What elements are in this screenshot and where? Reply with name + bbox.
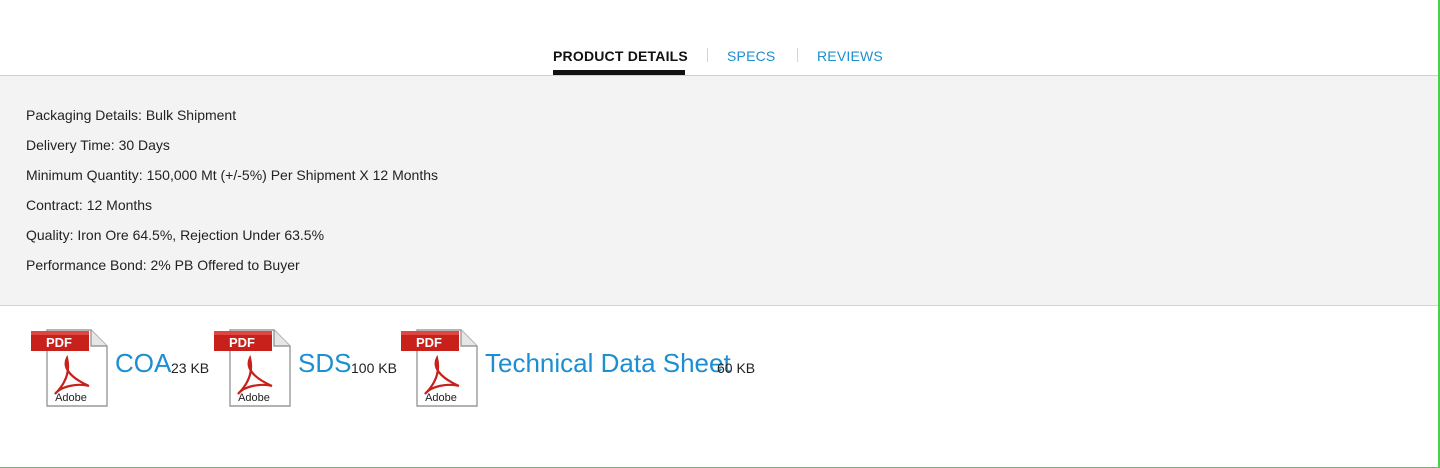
detail-delivery-time: Delivery Time: 30 Days [26,137,170,153]
file-size: 23 KB [171,360,210,376]
tab-divider [707,48,708,62]
svg-text:PDF: PDF [416,335,442,350]
downloads-list: PDF Adobe COA 23 KB PDF Adobe SDS 100 KB… [0,306,1438,467]
file-link-coa[interactable]: COA [115,348,171,379]
pdf-adobe-icon: PDF Adobe [214,329,291,407]
active-tab-indicator [553,70,685,75]
product-details-panel: Packaging Details: Bulk Shipment Deliver… [0,76,1438,306]
svg-text:Adobe: Adobe [425,392,457,404]
svg-text:Adobe: Adobe [238,392,270,404]
detail-performance-bond: Performance Bond: 2% PB Offered to Buyer [26,257,300,273]
detail-quality: Quality: Iron Ore 64.5%, Rejection Under… [26,227,325,243]
tab-product-details[interactable]: PRODUCT DETAILS [553,47,688,65]
file-size: 100 KB [351,360,397,376]
file-size: 60 KB [717,360,756,376]
detail-minimum-quantity: Minimum Quantity: 150,000 Mt (+/-5%) Per… [26,167,439,183]
detail-contract: Contract: 12 Months [26,197,153,213]
pdf-adobe-icon: PDF Adobe [401,329,478,407]
detail-packaging: Packaging Details: Bulk Shipment [26,107,237,123]
tab-reviews[interactable]: REVIEWS [817,47,883,65]
svg-text:PDF: PDF [229,335,255,350]
product-tabs: PRODUCT DETAILS SPECS REVIEWS [0,0,1438,76]
svg-text:Adobe: Adobe [55,392,87,404]
file-link-technical-data-sheet[interactable]: Technical Data Sheet [485,348,731,379]
tab-specs[interactable]: SPECS [727,47,775,65]
pdf-adobe-icon: PDF Adobe [31,329,108,407]
tab-divider [797,48,798,62]
file-link-sds[interactable]: SDS [298,348,351,379]
svg-text:PDF: PDF [46,335,72,350]
